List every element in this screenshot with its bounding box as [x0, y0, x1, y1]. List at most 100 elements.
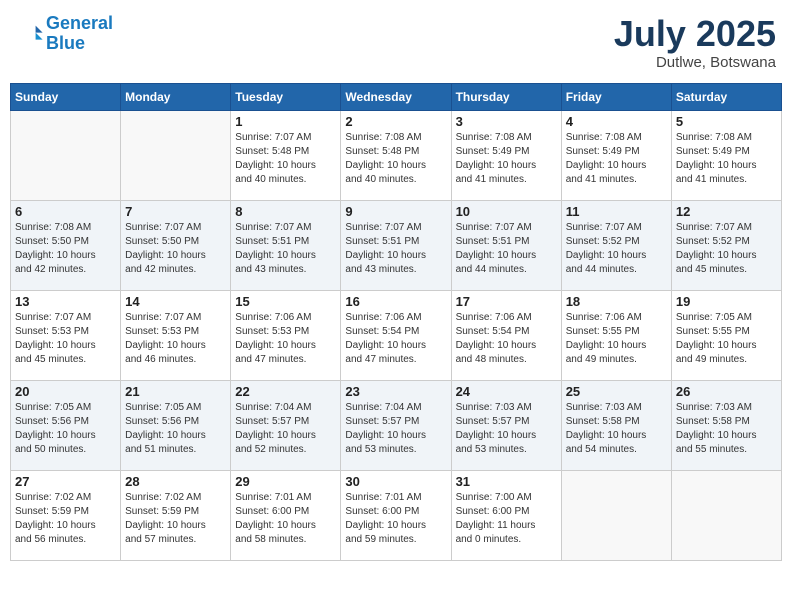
day-info: Sunrise: 7:07 AM Sunset: 5:50 PM Dayligh…	[125, 221, 226, 277]
logo: General Blue	[16, 14, 113, 54]
day-info: Sunrise: 7:06 AM Sunset: 5:53 PM Dayligh…	[235, 311, 336, 367]
day-number: 24	[456, 384, 557, 399]
day-number: 28	[125, 474, 226, 489]
calendar-header: SundayMondayTuesdayWednesdayThursdayFrid…	[11, 83, 782, 110]
calendar-cell: 5 Sunrise: 7:08 AM Sunset: 5:49 PM Daylig…	[671, 110, 781, 200]
calendar-cell: 12 Sunrise: 7:07 AM Sunset: 5:52 PM Dayli…	[671, 200, 781, 290]
day-info: Sunrise: 7:05 AM Sunset: 5:55 PM Dayligh…	[676, 311, 777, 367]
calendar-week-row: 1 Sunrise: 7:07 AM Sunset: 5:48 PM Daylig…	[11, 110, 782, 200]
day-info: Sunrise: 7:04 AM Sunset: 5:57 PM Dayligh…	[235, 401, 336, 457]
calendar-week-row: 27 Sunrise: 7:02 AM Sunset: 5:59 PM Dayli…	[11, 470, 782, 560]
day-number: 19	[676, 294, 777, 309]
weekday-header-friday: Friday	[561, 83, 671, 110]
day-info: Sunrise: 7:07 AM Sunset: 5:53 PM Dayligh…	[15, 311, 116, 367]
calendar-cell: 14 Sunrise: 7:07 AM Sunset: 5:53 PM Dayli…	[121, 290, 231, 380]
day-info: Sunrise: 7:05 AM Sunset: 5:56 PM Dayligh…	[125, 401, 226, 457]
weekday-header-sunday: Sunday	[11, 83, 121, 110]
calendar-cell: 3 Sunrise: 7:08 AM Sunset: 5:49 PM Daylig…	[451, 110, 561, 200]
calendar-cell: 8 Sunrise: 7:07 AM Sunset: 5:51 PM Daylig…	[231, 200, 341, 290]
day-number: 3	[456, 114, 557, 129]
calendar-cell	[561, 470, 671, 560]
day-number: 12	[676, 204, 777, 219]
day-number: 30	[345, 474, 446, 489]
day-info: Sunrise: 7:08 AM Sunset: 5:49 PM Dayligh…	[456, 131, 557, 187]
calendar-cell	[121, 110, 231, 200]
calendar-cell	[671, 470, 781, 560]
calendar-cell: 25Sunrise: 7:03 AM Sunset: 5:58 PM Dayli…	[561, 380, 671, 470]
day-number: 21	[125, 384, 226, 399]
day-number: 29	[235, 474, 336, 489]
calendar-cell: 10 Sunrise: 7:07 AM Sunset: 5:51 PM Dayli…	[451, 200, 561, 290]
day-info: Sunrise: 7:04 AM Sunset: 5:57 PM Dayligh…	[345, 401, 446, 457]
day-info: Sunrise: 7:08 AM Sunset: 5:50 PM Dayligh…	[15, 221, 116, 277]
day-info: Sunrise: 7:08 AM Sunset: 5:49 PM Dayligh…	[676, 131, 777, 187]
day-info: Sunrise: 7:01 AM Sunset: 6:00 PM Dayligh…	[345, 491, 446, 547]
day-number: 2	[345, 114, 446, 129]
weekday-header-tuesday: Tuesday	[231, 83, 341, 110]
day-info: Sunrise: 7:01 AM Sunset: 6:00 PM Dayligh…	[235, 491, 336, 547]
location-subtitle: Dutlwe, Botswana	[614, 54, 776, 71]
day-info: Sunrise: 7:08 AM Sunset: 5:48 PM Dayligh…	[345, 131, 446, 187]
calendar-cell: 28 Sunrise: 7:02 AM Sunset: 5:59 PM Dayli…	[121, 470, 231, 560]
day-info: Sunrise: 7:05 AM Sunset: 5:56 PM Dayligh…	[15, 401, 116, 457]
calendar-cell: 1 Sunrise: 7:07 AM Sunset: 5:48 PM Daylig…	[231, 110, 341, 200]
day-number: 5	[676, 114, 777, 129]
calendar-cell: 21 Sunrise: 7:05 AM Sunset: 5:56 PM Dayli…	[121, 380, 231, 470]
calendar-cell: 4 Sunrise: 7:08 AM Sunset: 5:49 PM Daylig…	[561, 110, 671, 200]
day-info: Sunrise: 7:08 AM Sunset: 5:49 PM Dayligh…	[566, 131, 667, 187]
day-number: 8	[235, 204, 336, 219]
calendar-cell: 6Sunrise: 7:08 AM Sunset: 5:50 PM Daylig…	[11, 200, 121, 290]
day-number: 10	[456, 204, 557, 219]
day-info: Sunrise: 7:06 AM Sunset: 5:55 PM Dayligh…	[566, 311, 667, 367]
day-number: 9	[345, 204, 446, 219]
day-number: 25	[566, 384, 667, 399]
day-number: 23	[345, 384, 446, 399]
day-info: Sunrise: 7:07 AM Sunset: 5:52 PM Dayligh…	[676, 221, 777, 277]
calendar-cell: 2 Sunrise: 7:08 AM Sunset: 5:48 PM Daylig…	[341, 110, 451, 200]
day-info: Sunrise: 7:06 AM Sunset: 5:54 PM Dayligh…	[456, 311, 557, 367]
weekday-header-row: SundayMondayTuesdayWednesdayThursdayFrid…	[11, 83, 782, 110]
calendar-cell: 9Sunrise: 7:07 AM Sunset: 5:51 PM Daylig…	[341, 200, 451, 290]
day-number: 4	[566, 114, 667, 129]
logo-line2: Blue	[46, 33, 85, 53]
page-header: General Blue July 2025 Dutlwe, Botswana	[10, 10, 782, 75]
day-info: Sunrise: 7:03 AM Sunset: 5:57 PM Dayligh…	[456, 401, 557, 457]
weekday-header-wednesday: Wednesday	[341, 83, 451, 110]
calendar-week-row: 13 Sunrise: 7:07 AM Sunset: 5:53 PM Dayli…	[11, 290, 782, 380]
day-info: Sunrise: 7:07 AM Sunset: 5:48 PM Dayligh…	[235, 131, 336, 187]
calendar-cell: 31Sunrise: 7:00 AM Sunset: 6:00 PM Dayli…	[451, 470, 561, 560]
calendar-cell: 26 Sunrise: 7:03 AM Sunset: 5:58 PM Dayli…	[671, 380, 781, 470]
day-number: 22	[235, 384, 336, 399]
day-number: 26	[676, 384, 777, 399]
calendar-cell: 27 Sunrise: 7:02 AM Sunset: 5:59 PM Dayli…	[11, 470, 121, 560]
day-number: 13	[15, 294, 116, 309]
day-info: Sunrise: 7:02 AM Sunset: 5:59 PM Dayligh…	[15, 491, 116, 547]
day-info: Sunrise: 7:07 AM Sunset: 5:53 PM Dayligh…	[125, 311, 226, 367]
day-info: Sunrise: 7:07 AM Sunset: 5:51 PM Dayligh…	[456, 221, 557, 277]
day-number: 1	[235, 114, 336, 129]
calendar-cell: 30 Sunrise: 7:01 AM Sunset: 6:00 PM Dayli…	[341, 470, 451, 560]
day-number: 27	[15, 474, 116, 489]
day-number: 17	[456, 294, 557, 309]
calendar-cell: 16Sunrise: 7:06 AM Sunset: 5:54 PM Dayli…	[341, 290, 451, 380]
calendar-week-row: 6Sunrise: 7:08 AM Sunset: 5:50 PM Daylig…	[11, 200, 782, 290]
day-number: 7	[125, 204, 226, 219]
day-info: Sunrise: 7:03 AM Sunset: 5:58 PM Dayligh…	[676, 401, 777, 457]
calendar-cell: 11Sunrise: 7:07 AM Sunset: 5:52 PM Dayli…	[561, 200, 671, 290]
calendar-cell: 23 Sunrise: 7:04 AM Sunset: 5:57 PM Dayli…	[341, 380, 451, 470]
calendar-cell: 7 Sunrise: 7:07 AM Sunset: 5:50 PM Daylig…	[121, 200, 231, 290]
day-number: 20	[15, 384, 116, 399]
calendar-cell: 17 Sunrise: 7:06 AM Sunset: 5:54 PM Dayli…	[451, 290, 561, 380]
day-info: Sunrise: 7:02 AM Sunset: 5:59 PM Dayligh…	[125, 491, 226, 547]
weekday-header-saturday: Saturday	[671, 83, 781, 110]
calendar-cell: 29 Sunrise: 7:01 AM Sunset: 6:00 PM Dayli…	[231, 470, 341, 560]
calendar-table: SundayMondayTuesdayWednesdayThursdayFrid…	[10, 83, 782, 561]
calendar-cell: 18Sunrise: 7:06 AM Sunset: 5:55 PM Dayli…	[561, 290, 671, 380]
day-info: Sunrise: 7:07 AM Sunset: 5:51 PM Dayligh…	[235, 221, 336, 277]
day-number: 11	[566, 204, 667, 219]
day-number: 15	[235, 294, 336, 309]
day-number: 16	[345, 294, 446, 309]
logo-text: General Blue	[46, 14, 113, 54]
day-number: 14	[125, 294, 226, 309]
calendar-cell: 19 Sunrise: 7:05 AM Sunset: 5:55 PM Dayli…	[671, 290, 781, 380]
